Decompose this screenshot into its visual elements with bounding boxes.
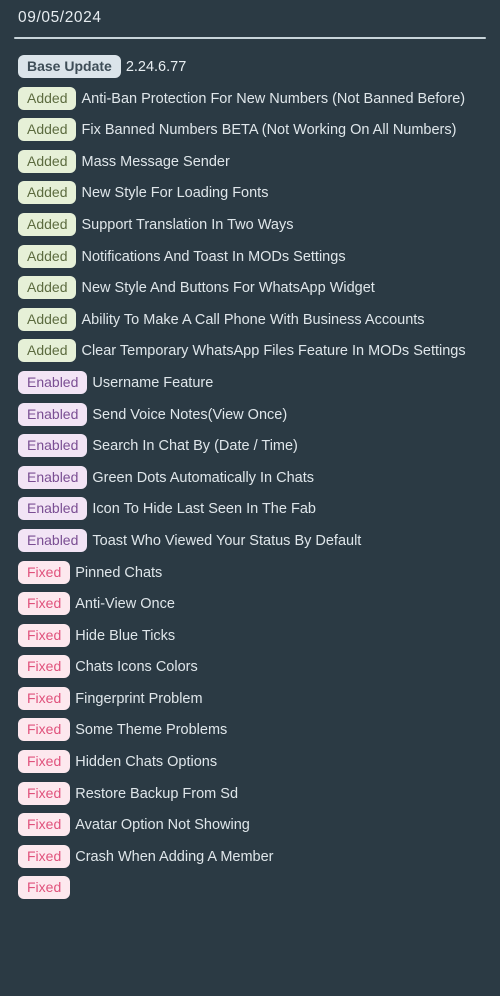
changelog-entry-list: Base Update 2.24.6.77 Added Anti-Ban Protec…	[0, 39, 500, 905]
entry-description: New Style And Buttons For WhatsApp Widge…	[81, 280, 375, 297]
changelog-entry: Fixed Crash When Adding A Member	[18, 842, 484, 874]
entry-description: Anti-View Once	[75, 596, 175, 613]
entry-description: Fix Banned Numbers BETA (Not Working On …	[81, 122, 457, 139]
entry-tag-badge-added: Added	[18, 86, 77, 110]
changelog-entry: Enabled Search In Chat By (Date / Time)	[18, 431, 484, 463]
changelog-entry: Added Ability To Make A Call Phone With B…	[18, 305, 484, 337]
entry-tag-badge-added: Added	[18, 307, 77, 331]
changelog-entry: Fixed Chats Icons Colors	[18, 652, 484, 684]
entry-description: Chats Icons Colors	[75, 659, 198, 676]
entry-description: Green Dots Automatically In Chats	[92, 469, 315, 486]
changelog-entry: Fixed Pinned Chats	[18, 558, 484, 590]
entry-tag-badge-added: Added	[18, 212, 77, 236]
entry-description: Some Theme Problems	[75, 722, 228, 739]
entry-description: Send Voice Notes(View Once)	[92, 406, 288, 423]
entry-description: Toast Who Viewed Your Status By Default	[92, 532, 362, 549]
changelog-entry: Enabled Send Voice Notes(View Once)	[18, 400, 484, 432]
entry-tag-badge-fixed: Fixed	[18, 750, 71, 774]
entry-description: Mass Message Sender	[81, 153, 230, 170]
changelog-entry: Fixed Fingerprint Problem	[18, 684, 484, 716]
changelog-entry: Base Update 2.24.6.77	[18, 52, 484, 84]
entry-tag-badge-fixed: Fixed	[18, 876, 71, 900]
entry-tag-badge-enabled: Enabled	[18, 528, 88, 552]
entry-tag-badge-added: Added	[18, 339, 77, 363]
changelog-entry: Added Anti-Ban Protection For New Numbers…	[18, 84, 484, 116]
changelog-entry: Added New Style And Buttons For WhatsApp …	[18, 273, 484, 305]
entry-description: Icon To Hide Last Seen In The Fab	[92, 501, 316, 518]
changelog-entry: Fixed Hidden Chats Options	[18, 747, 484, 779]
entry-tag-badge-enabled: Enabled	[18, 497, 88, 521]
changelog-entry: Fixed Restore Backup From Sd	[18, 779, 484, 811]
entry-tag-badge-fixed: Fixed	[18, 813, 71, 837]
changelog-entry: Enabled Username Feature	[18, 368, 484, 400]
entry-description: Ability To Make A Call Phone With Busine…	[81, 311, 425, 328]
entry-tag-badge-added: Added	[18, 118, 77, 142]
changelog-entry: Added New Style For Loading Fonts	[18, 178, 484, 210]
entry-description: Avatar Option Not Showing	[75, 817, 250, 834]
entry-tag-badge-fixed: Fixed	[18, 718, 71, 742]
changelog-date: 09/05/2024	[18, 9, 102, 26]
entry-tag-badge-fixed: Fixed	[18, 781, 71, 805]
entry-description: New Style For Loading Fonts	[81, 185, 269, 202]
entry-tag-badge-enabled: Enabled	[18, 370, 88, 394]
changelog-entry: Fixed Some Theme Problems	[18, 715, 484, 747]
entry-description: Clear Temporary WhatsApp Files Feature I…	[81, 343, 466, 360]
changelog-page: 09/05/2024 Base Update 2.24.6.77 Added Anti…	[0, 0, 500, 996]
entry-tag-badge-fixed: Fixed	[18, 560, 71, 584]
entry-tag-badge-added: Added	[18, 149, 77, 173]
entry-description: Hide Blue Ticks	[75, 627, 176, 644]
entry-description: Pinned Chats	[75, 564, 163, 581]
changelog-entry: Added Clear Temporary WhatsApp Files Feat…	[18, 336, 484, 368]
changelog-entry: Fixed Avatar Option Not Showing	[18, 810, 484, 842]
entry-tag-badge-fixed: Fixed	[18, 623, 71, 647]
entry-tag-badge-added: Added	[18, 276, 77, 300]
entry-description: 2.24.6.77	[125, 59, 187, 75]
entry-tag-badge-enabled: Enabled	[18, 434, 88, 458]
entry-tag-badge-base: Base Update	[18, 55, 121, 78]
changelog-entry: Fixed Hide Blue Ticks	[18, 621, 484, 653]
entry-description: Username Feature	[92, 374, 214, 391]
entry-description: Support Translation In Two Ways	[81, 216, 294, 233]
entry-description: Crash When Adding A Member	[75, 848, 274, 865]
changelog-entry: Added Fix Banned Numbers BETA (Not Workin…	[18, 115, 484, 147]
changelog-entry: Enabled Green Dots Automatically In Chats	[18, 463, 484, 495]
entry-tag-badge-fixed: Fixed	[18, 686, 71, 710]
entry-tag-badge-fixed: Fixed	[18, 592, 71, 616]
entry-tag-badge-fixed: Fixed	[18, 844, 71, 868]
entry-description: Fingerprint Problem	[75, 690, 203, 707]
entry-description: Notifications And Toast In MODs Settings	[81, 248, 346, 265]
changelog-entry: Enabled Toast Who Viewed Your Status By D…	[18, 526, 484, 558]
changelog-entry: Added Mass Message Sender	[18, 147, 484, 179]
changelog-entry: Fixed Anti-View Once	[18, 589, 484, 621]
entry-description: Anti-Ban Protection For New Numbers (Not…	[81, 90, 466, 107]
date-header: 09/05/2024	[0, 0, 500, 29]
entry-tag-badge-fixed: Fixed	[18, 655, 71, 679]
entry-description: Restore Backup From Sd	[75, 785, 239, 802]
changelog-entry: Enabled Icon To Hide Last Seen In The Fab	[18, 494, 484, 526]
entry-tag-badge-added: Added	[18, 181, 77, 205]
entry-description: Search In Chat By (Date / Time)	[92, 438, 298, 455]
entry-tag-badge-enabled: Enabled	[18, 402, 88, 426]
entry-tag-badge-enabled: Enabled	[18, 465, 88, 489]
entry-tag-badge-added: Added	[18, 244, 77, 268]
changelog-entry: Added Support Translation In Two Ways	[18, 210, 484, 242]
entry-description: Hidden Chats Options	[75, 754, 218, 771]
changelog-entry: Added Notifications And Toast In MODs Set…	[18, 242, 484, 274]
changelog-entry: Fixed	[18, 873, 484, 905]
